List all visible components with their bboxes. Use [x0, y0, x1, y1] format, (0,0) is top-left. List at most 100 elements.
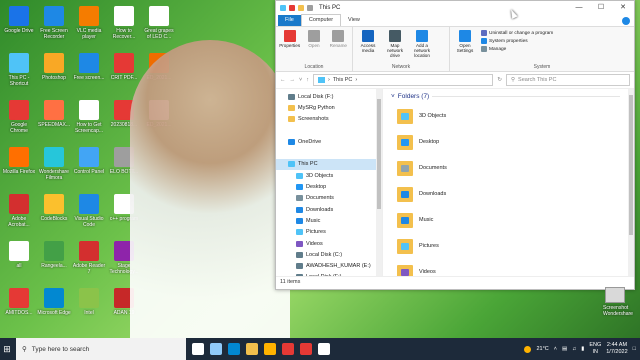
desktop-icon[interactable]: How to Get Screencap... — [72, 100, 106, 134]
back-icon[interactable]: ← — [280, 77, 286, 83]
computer-icon[interactable] — [280, 5, 286, 11]
desktop-icon[interactable]: all — [2, 241, 36, 269]
weather-icon[interactable] — [524, 345, 532, 353]
desktop-icon[interactable]: SPEEDMAX... — [37, 100, 71, 128]
weather-temp[interactable]: 21°C — [536, 346, 548, 352]
desktop-icon[interactable]: Rangeela... — [37, 241, 71, 269]
desktop-icon[interactable]: Free Screen Recorder — [37, 6, 71, 40]
taskbar-search[interactable]: ⚲ Type here to search — [16, 338, 186, 360]
desktop-icon-screenshot[interactable]: Screenshot Wondershare — [603, 287, 633, 317]
nav-item-mysrg-python[interactable]: MySRg Python — [276, 102, 382, 113]
chrome-icon[interactable] — [282, 343, 294, 355]
desktop-icon[interactable]: Mozilla Firefox — [2, 147, 36, 175]
desktop-icon[interactable]: Google Chrome — [2, 100, 36, 134]
pen-icon[interactable] — [318, 343, 330, 355]
task-view-icon[interactable] — [192, 343, 204, 355]
system-properties-button[interactable]: System properties — [481, 38, 553, 44]
up-icon[interactable]: ↑ — [306, 77, 309, 83]
folder-music[interactable]: Music — [383, 207, 634, 233]
folder-3d-objects[interactable]: 3D Objects — [383, 103, 634, 129]
new-folder-icon[interactable] — [298, 5, 304, 11]
start-button[interactable]: ⊞ — [0, 338, 14, 360]
tab-view[interactable]: View — [341, 15, 367, 26]
open-settings-button[interactable]: Open Settings — [453, 30, 477, 53]
refresh-icon[interactable]: ↻ — [497, 77, 502, 83]
nav-item-onedrive[interactable]: OneDrive — [276, 136, 382, 147]
content-scrollbar[interactable] — [628, 89, 634, 276]
clock[interactable]: 2:44 AM 1/7/2022 — [606, 342, 627, 356]
nav-item-videos[interactable]: Videos — [276, 238, 382, 249]
file-explorer-icon[interactable] — [246, 343, 258, 355]
search-input[interactable]: ⚲ Search This PC — [506, 74, 630, 86]
help-icon[interactable] — [622, 17, 630, 25]
folders-header[interactable]: ˅ Folders (7) — [383, 89, 634, 103]
desktop-icon[interactable]: Visual Studio Code — [72, 194, 106, 228]
nav-item-this-pc[interactable]: This PC — [276, 158, 382, 171]
store-icon[interactable] — [264, 343, 276, 355]
desktop-icon[interactable]: Great grapes of LED C... — [142, 6, 176, 40]
nav-item-awadhesh-kumar-e-[interactable]: AWADHESH_KUMAR (E:) — [276, 260, 382, 271]
desktop-icon[interactable]: CodeBlocks — [37, 194, 71, 222]
tab-file[interactable]: File — [278, 15, 301, 26]
desktop-icon[interactable]: CRIT PDF... — [107, 53, 141, 81]
language-indicator[interactable]: ENG IN — [589, 342, 601, 356]
desktop-icon[interactable]: Control Panel — [72, 147, 106, 175]
desktop-icon[interactable]: This PC - Shortcut — [2, 53, 36, 87]
nav-item-desktop[interactable]: Desktop — [276, 181, 382, 192]
chrome-2-icon[interactable] — [300, 343, 312, 355]
battery-icon[interactable]: ▮ — [581, 346, 584, 352]
dropdown-icon[interactable] — [307, 5, 313, 11]
folder-downloads[interactable]: Downloads — [383, 181, 634, 207]
add-a-network-location-button[interactable]: Add a network location — [410, 30, 434, 58]
uninstall-program-button[interactable]: Uninstall or change a program — [481, 30, 553, 36]
tab-computer[interactable]: Computer — [300, 14, 342, 26]
nav-item-screenshots[interactable]: Screenshots — [276, 114, 382, 125]
edge-icon[interactable] — [228, 343, 240, 355]
desktop-icon[interactable]: Free screen... — [72, 53, 106, 81]
volume-icon[interactable]: ♫ — [572, 346, 576, 352]
nav-item-icon — [296, 274, 303, 276]
title-bar[interactable]: This PC — ☐ ✕ — [276, 1, 634, 15]
nav-item-downloads[interactable]: Downloads — [276, 204, 382, 215]
nav-item-local-disk-c-[interactable]: Local Disk (C:) — [276, 249, 382, 260]
nav-item-3d-objects[interactable]: 3D Objects — [276, 170, 382, 181]
properties-icon[interactable] — [289, 5, 295, 11]
map-network-drive-button[interactable]: Map network drive — [383, 30, 407, 58]
manage-button[interactable]: Manage — [481, 46, 553, 52]
properties-button[interactable]: Properties — [279, 30, 300, 48]
forward-icon[interactable]: → — [290, 77, 296, 83]
notifications-icon[interactable]: □ — [633, 346, 636, 352]
desktop-icon[interactable]: Adobe Reader 7 — [72, 241, 106, 275]
folder-desktop[interactable]: Desktop — [383, 129, 634, 155]
folder-videos[interactable]: Videos — [383, 259, 634, 276]
nav-item-pictures[interactable]: Pictures — [276, 227, 382, 238]
close-button[interactable]: ✕ — [612, 1, 634, 15]
folder-documents[interactable]: Documents — [383, 155, 634, 181]
desktop-icon[interactable]: Wondershare Filmora — [37, 147, 71, 181]
address-bar[interactable]: › This PC › — [312, 74, 494, 86]
folder-pictures[interactable]: Pictures — [383, 233, 634, 259]
desktop-icon[interactable]: Photoshop — [37, 53, 71, 81]
nav-item-local-disk-f-[interactable]: Local Disk (F:) — [276, 272, 382, 276]
recent-dropdown-icon[interactable]: ˅ — [299, 77, 302, 83]
open-button[interactable]: Open — [303, 30, 324, 48]
nav-item-documents[interactable]: Documents — [276, 193, 382, 204]
desktop-icon[interactable]: VLC media player — [72, 6, 106, 40]
chevron-up-icon[interactable]: ˄ — [554, 346, 557, 352]
maximize-button[interactable]: ☐ — [590, 1, 612, 15]
desktop-icon[interactable]: Intel — [72, 288, 106, 316]
taskbar: ⊞ ⚲ Type here to search 21°C ˄ ▤ ♫ ▮ ENG… — [0, 338, 640, 360]
desktop-icon[interactable]: Microsoft Edge — [37, 288, 71, 316]
desktop-icon[interactable]: How to Recover... — [107, 6, 141, 40]
rename-button[interactable]: Rename — [328, 30, 349, 48]
folder-icon — [397, 108, 413, 124]
nav-item-local-disk-f-[interactable]: Local Disk (F:) — [276, 91, 382, 102]
desktop-icon[interactable]: Adobe Acrobat... — [2, 194, 36, 228]
desktop-icon[interactable]: Google Drive — [2, 6, 36, 34]
access-media-button[interactable]: Access media — [356, 30, 380, 58]
network-icon[interactable]: ▤ — [562, 346, 567, 352]
widgets-icon[interactable] — [210, 343, 222, 355]
nav-item-music[interactable]: Music — [276, 215, 382, 226]
desktop-icon[interactable]: AMITDOS... — [2, 288, 36, 316]
minimize-button[interactable]: — — [568, 1, 590, 15]
